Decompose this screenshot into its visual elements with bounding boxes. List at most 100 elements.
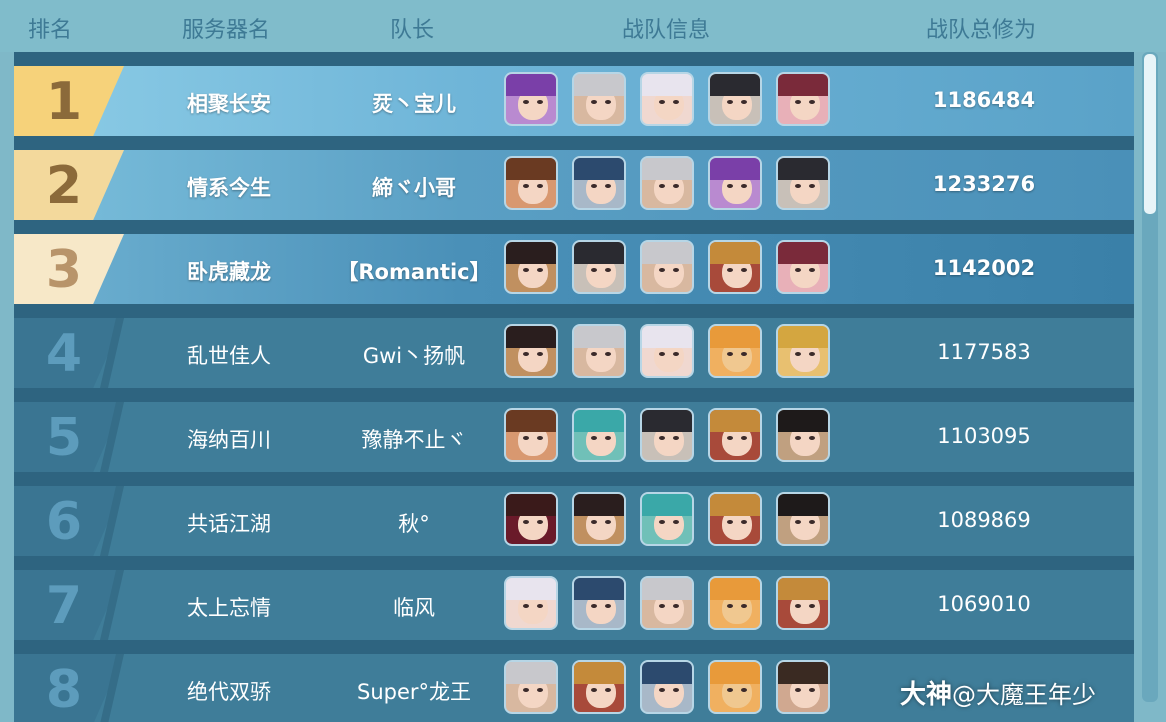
- blue-hair-male-avatar[interactable]: [572, 576, 626, 630]
- brown-hair-female-avatar[interactable]: [504, 156, 558, 210]
- silver-hair-male-avatar[interactable]: [640, 576, 694, 630]
- warrior-male-avatar[interactable]: [776, 576, 830, 630]
- dark-hair-female-avatar[interactable]: [572, 492, 626, 546]
- ranking-row[interactable]: 7 太上忘情 临风 1069010: [14, 570, 1134, 640]
- captain-name: 临风: [393, 596, 435, 620]
- warrior-male-avatar[interactable]: [708, 408, 762, 462]
- avatar-eye: [659, 268, 665, 272]
- avatar-hair: [506, 326, 556, 348]
- rank-badge: 4: [14, 318, 124, 388]
- purple-hair-female-avatar[interactable]: [504, 72, 558, 126]
- warrior-male-avatar[interactable]: [572, 660, 626, 714]
- avatar-hair: [710, 158, 760, 180]
- avatar-hair: [642, 74, 692, 96]
- golden-crown-male-avatar[interactable]: [776, 324, 830, 378]
- silver-hair-male-avatar[interactable]: [572, 72, 626, 126]
- red-eyes-avatar[interactable]: [504, 492, 558, 546]
- white-hair-female-avatar[interactable]: [640, 72, 694, 126]
- avatar-eye: [727, 520, 733, 524]
- silver-hair-male-avatar[interactable]: [572, 324, 626, 378]
- silver-hair-male-avatar[interactable]: [640, 156, 694, 210]
- avatar-eye: [809, 268, 815, 272]
- ranking-row[interactable]: 1 相聚长安 烎丶宝儿 1186484: [14, 66, 1134, 136]
- avatar-eye: [591, 352, 597, 356]
- avatar-eye: [591, 268, 597, 272]
- avatar-eye: [673, 688, 679, 692]
- young-male-avatar[interactable]: [776, 492, 830, 546]
- avatar-hair: [778, 578, 828, 600]
- server-name: 海纳百川: [187, 428, 271, 452]
- avatar-eye: [591, 184, 597, 188]
- avatar-hair: [710, 410, 760, 432]
- warrior-male-avatar[interactable]: [708, 492, 762, 546]
- dark-hair-male-avatar[interactable]: [708, 72, 762, 126]
- ranking-row[interactable]: 2 情系今生 締ヾ小哥 1233276: [14, 150, 1134, 220]
- ranking-row[interactable]: 6 共话江湖 秋° 1089869: [14, 486, 1134, 556]
- white-hair-female-avatar[interactable]: [504, 576, 558, 630]
- blue-hair-male-avatar[interactable]: [572, 156, 626, 210]
- server-name: 太上忘情: [187, 596, 271, 620]
- avatar-eye: [605, 100, 611, 104]
- avatar-eye: [591, 436, 597, 440]
- avatar-hair: [710, 326, 760, 348]
- avatar-eye: [727, 100, 733, 104]
- brown-hair-female-avatar[interactable]: [504, 408, 558, 462]
- dark-hair-male-avatar[interactable]: [572, 240, 626, 294]
- avatar-hair: [642, 158, 692, 180]
- server-name: 卧虎藏龙: [187, 260, 271, 284]
- teal-crown-male-avatar[interactable]: [572, 408, 626, 462]
- avatar-eye: [741, 688, 747, 692]
- silver-hair-male-avatar[interactable]: [504, 660, 558, 714]
- silver-hair-male-avatar[interactable]: [640, 240, 694, 294]
- total-power: 1186484: [932, 88, 1036, 112]
- tiger-avatar[interactable]: [708, 324, 762, 378]
- avatar-eye: [673, 184, 679, 188]
- ranking-row[interactable]: 4 乱世佳人 Gwi丶扬帆 1177583: [14, 318, 1134, 388]
- avatar-hair: [574, 158, 624, 180]
- avatar-eye: [523, 268, 529, 272]
- avatar-hair: [642, 494, 692, 516]
- teal-crown-male-avatar[interactable]: [640, 492, 694, 546]
- avatar-eye: [537, 184, 543, 188]
- ranking-row[interactable]: 5 海纳百川 豫静不止ヾ 1103095: [14, 402, 1134, 472]
- scrollbar-thumb[interactable]: [1144, 54, 1156, 214]
- avatar-hair: [642, 326, 692, 348]
- avatar-eye: [741, 604, 747, 608]
- rank-number: 7: [45, 576, 83, 636]
- avatar-eye: [659, 436, 665, 440]
- pink-female-avatar[interactable]: [776, 72, 830, 126]
- blue-hair-male-avatar[interactable]: [640, 660, 694, 714]
- young-male-avatar[interactable]: [776, 408, 830, 462]
- header-team-info: 战队信息: [622, 18, 711, 43]
- dark-hair-female-avatar[interactable]: [504, 324, 558, 378]
- dark-hair-female-avatar[interactable]: [504, 240, 558, 294]
- avatar-eye: [537, 604, 543, 608]
- avatar-eye: [727, 184, 733, 188]
- avatar-eye: [605, 436, 611, 440]
- warrior-male-avatar[interactable]: [708, 240, 762, 294]
- avatar-eye: [795, 184, 801, 188]
- dark-hair-male-avatar[interactable]: [640, 408, 694, 462]
- avatar-hair: [506, 578, 556, 600]
- avatar-eye: [809, 184, 815, 188]
- tiger-avatar[interactable]: [708, 660, 762, 714]
- rank-number: 8: [45, 660, 83, 720]
- ranking-row[interactable]: 3 卧虎藏龙 【Romantic】 1142002: [14, 234, 1134, 304]
- pink-female-avatar[interactable]: [776, 240, 830, 294]
- rank-badge: 1: [14, 66, 124, 136]
- avatar-eye: [523, 688, 529, 692]
- dark-hair-male-avatar[interactable]: [776, 156, 830, 210]
- avatar-eye: [795, 688, 801, 692]
- rank-number: 4: [45, 324, 83, 384]
- server-name: 乱世佳人: [187, 344, 271, 368]
- white-hair-female-avatar[interactable]: [640, 324, 694, 378]
- purple-hair-female-avatar[interactable]: [708, 156, 762, 210]
- avatar-eye: [659, 100, 665, 104]
- winking-female-avatar[interactable]: [776, 660, 830, 714]
- captain-name: 豫静不止ヾ: [361, 428, 467, 452]
- avatar-eye: [795, 352, 801, 356]
- avatar-hair: [574, 578, 624, 600]
- tiger-avatar[interactable]: [708, 576, 762, 630]
- avatar-eye: [591, 688, 597, 692]
- scrollbar[interactable]: [1142, 52, 1158, 702]
